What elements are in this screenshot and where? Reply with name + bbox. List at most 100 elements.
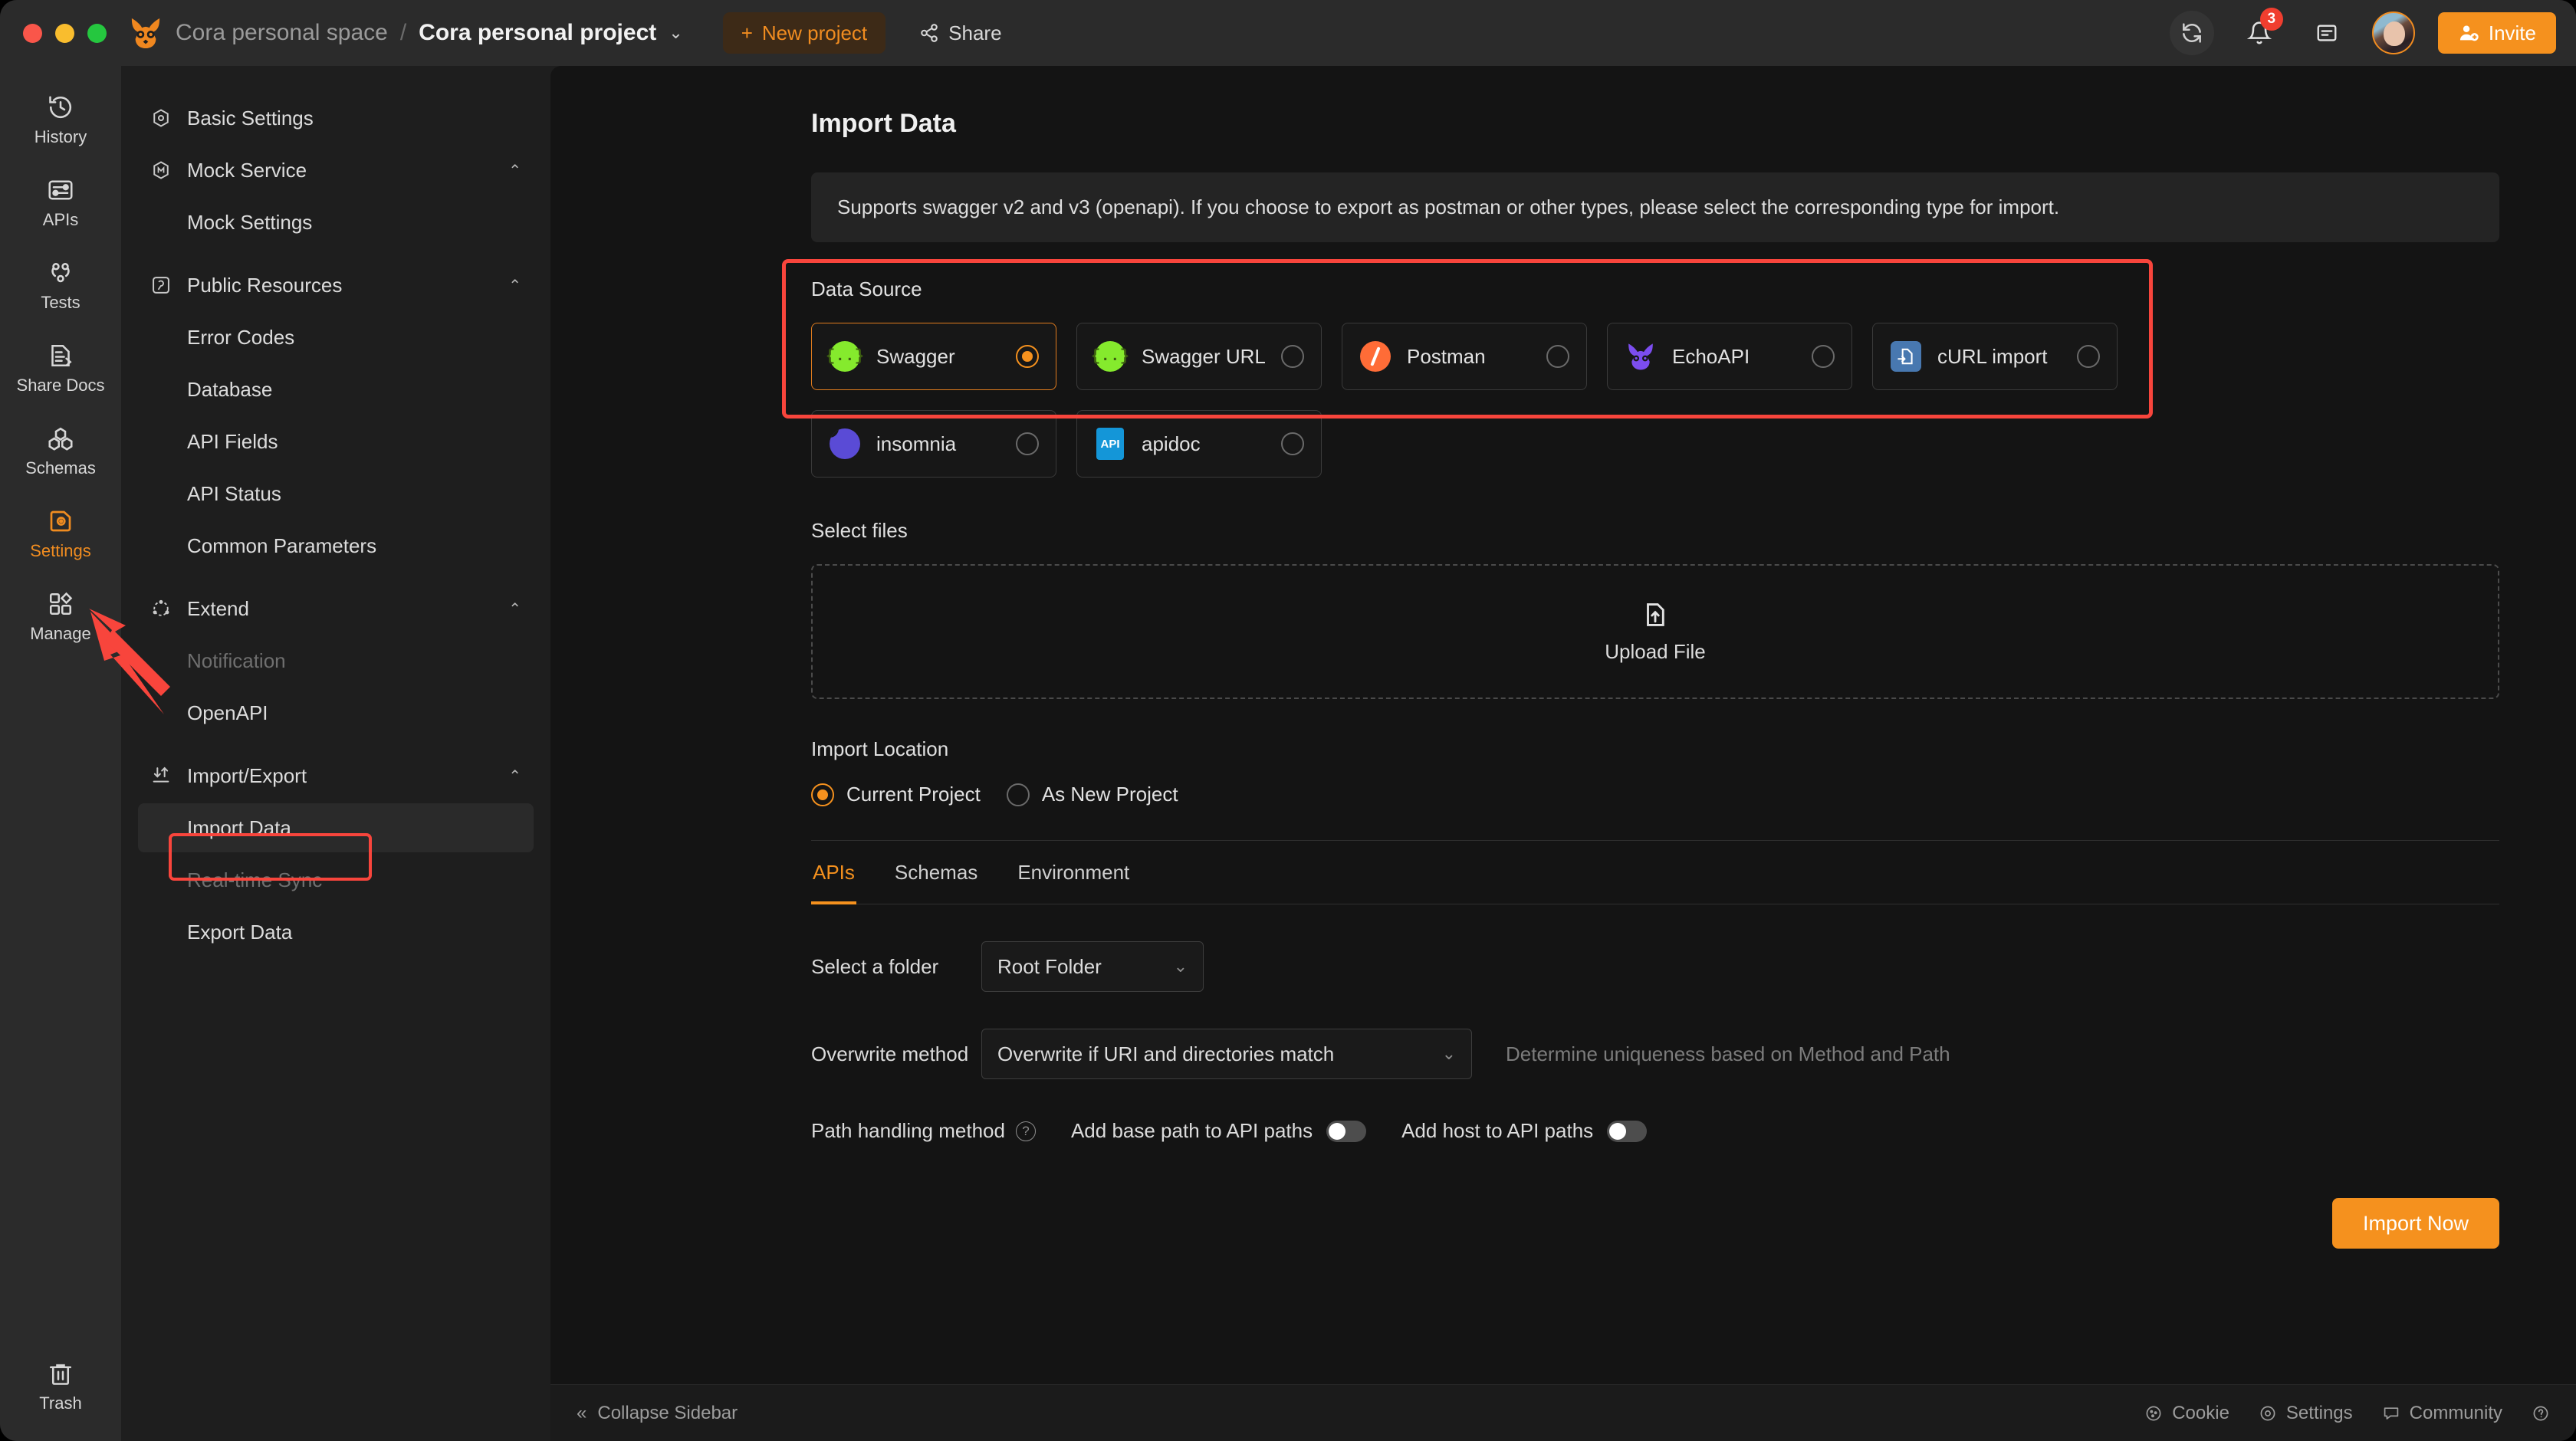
avatar[interactable] (2371, 11, 2415, 54)
tab-apis[interactable]: APIs (811, 841, 856, 904)
data-source-label: Data Source (811, 277, 922, 300)
folder-select[interactable]: Root Folder ⌄ (981, 941, 1204, 992)
nav-item-notification[interactable]: Notification (138, 636, 534, 685)
footer-item-settings[interactable]: Settings (2259, 1403, 2353, 1424)
nav-item-error-codes[interactable]: Error Codes (138, 313, 534, 362)
radio-indicator[interactable] (1006, 783, 1030, 806)
sidebar-item-apis[interactable]: APIs (11, 166, 110, 238)
nav-item-public-resources[interactable]: Public Resources ⌃ (138, 261, 534, 310)
footer-item-community[interactable]: Community (2382, 1403, 2502, 1424)
footer-item-help[interactable] (2532, 1404, 2550, 1423)
data-source-radio[interactable] (1016, 432, 1039, 455)
sidebar-item-tests[interactable]: Tests (11, 248, 110, 320)
trash-icon (49, 1364, 72, 1385)
data-source-name: apidoc (1142, 432, 1201, 455)
sidebar-item-label: APIs (42, 210, 79, 229)
radio-current-project[interactable]: Current Project (811, 783, 981, 806)
chevron-double-left-icon: « (577, 1402, 587, 1423)
sync-icon (2182, 23, 2201, 43)
import-now-button[interactable]: Import Now (2332, 1198, 2499, 1249)
chevron-up-icon[interactable]: ⌃ (508, 161, 521, 180)
minimize-window-button[interactable] (55, 23, 74, 43)
upload-dropzone[interactable]: Upload File (811, 564, 2499, 699)
data-source-radio[interactable] (1281, 345, 1304, 368)
chevron-up-icon[interactable]: ⌃ (508, 766, 521, 786)
data-source-radio[interactable] (2077, 345, 2100, 368)
new-project-button[interactable]: + New project (722, 12, 886, 54)
collapse-sidebar-button[interactable]: « Collapse Sidebar (577, 1403, 738, 1424)
cookie-icon (2146, 1406, 2161, 1420)
nav-item-extend[interactable]: Extend ⌃ (138, 584, 534, 633)
toggle-base-path-switch[interactable] (1326, 1120, 1367, 1142)
data-source-card-swagger[interactable]: {..} Swagger (811, 323, 1056, 390)
nav-item-import-data[interactable]: Import Data (138, 803, 534, 852)
nav-item-label: Basic Settings (187, 106, 314, 130)
nav-item-label: Common Parameters (187, 533, 377, 557)
share-icon (921, 24, 938, 42)
overwrite-select[interactable]: Overwrite if URI and directories match ⌄ (981, 1029, 1472, 1079)
window-controls[interactable] (23, 23, 107, 43)
select-files-label: Select files (811, 519, 908, 542)
nav-item-api-fields[interactable]: API Fields (138, 417, 534, 466)
owl-logo-icon (131, 18, 160, 49)
nav-item-common-parameters[interactable]: Common Parameters (138, 521, 534, 570)
toggle-host-switch[interactable] (1607, 1120, 1648, 1142)
chevron-down-icon[interactable]: ⌄ (669, 23, 682, 43)
data-source-card-insomnia[interactable]: insomnia (811, 410, 1056, 478)
footer-item-cookie[interactable]: Cookie (2144, 1403, 2229, 1424)
action-row: Import Now (811, 1143, 2499, 1249)
nav-item-mock-service[interactable]: Mock Service ⌃ (138, 146, 534, 195)
radio-as-new-project[interactable]: As New Project (1006, 783, 1178, 806)
import-tabs: APIs Schemas Environment (811, 841, 2499, 904)
tab-environment[interactable]: Environment (1016, 841, 1131, 904)
data-source-card-swagger-url[interactable]: {..} Swagger URL (1076, 323, 1322, 390)
nav-item-basic-settings[interactable]: Basic Settings (138, 94, 534, 143)
breadcrumb-project[interactable]: Cora personal project (419, 20, 656, 46)
sidebar-item-history[interactable]: History (11, 83, 110, 155)
breadcrumb-space[interactable]: Cora personal space (176, 20, 388, 46)
sidebar-item-share-docs[interactable]: Share Docs (11, 331, 110, 403)
footer-item-label: Settings (2285, 1402, 2353, 1423)
toggle-base-path[interactable]: Add base path to API paths (1071, 1119, 1367, 1143)
nav-item-realtime-sync[interactable]: Real-time Sync (138, 855, 534, 904)
maximize-window-button[interactable] (87, 23, 107, 43)
titlebar-actions: 3 Invite (2169, 8, 2556, 55)
data-source-radio[interactable] (1812, 345, 1835, 368)
sidebar-item-settings[interactable]: Settings (11, 497, 110, 569)
nav-item-openapi[interactable]: OpenAPI (138, 688, 534, 737)
docs-button[interactable] (2305, 11, 2349, 55)
data-source-card-curl-import[interactable]: cURL import (1872, 323, 2118, 390)
help-icon[interactable]: ? (1015, 1121, 1036, 1141)
sidebar-item-manage[interactable]: Manage (11, 579, 110, 652)
nav-item-export-data[interactable]: Export Data (138, 908, 534, 957)
nav-item-label: Extend (187, 596, 249, 620)
hexagon-gear-icon (150, 107, 176, 129)
nav-item-mock-settings[interactable]: Mock Settings (138, 198, 534, 247)
close-window-button[interactable] (23, 23, 42, 43)
notifications-button[interactable]: 3 (2237, 8, 2283, 55)
data-source-card-apidoc[interactable]: API apidoc (1076, 410, 1322, 478)
data-source-radio[interactable] (1016, 345, 1039, 368)
data-source-card-echoapi[interactable]: EchoAPI (1607, 323, 1852, 390)
chevron-down-icon: ⌄ (1441, 1044, 1456, 1063)
share-button[interactable]: Share (901, 12, 1020, 54)
data-source-card-postman[interactable]: Postman (1342, 323, 1587, 390)
share-docs-icon (51, 344, 72, 367)
overwrite-hint: Determine uniqueness based on Method and… (1506, 1042, 1950, 1065)
sidebar-item-trash[interactable]: Trash (11, 1349, 110, 1421)
data-source-radio[interactable] (1546, 345, 1569, 368)
sidebar-item-schemas[interactable]: Schemas (11, 414, 110, 486)
chevron-up-icon[interactable]: ⌃ (508, 599, 521, 619)
nav-item-api-status[interactable]: API Status (138, 469, 534, 518)
nav-item-database[interactable]: Database (138, 365, 534, 414)
data-source-radio[interactable] (1281, 432, 1304, 455)
tab-schemas[interactable]: Schemas (893, 841, 979, 904)
sync-button[interactable] (2169, 11, 2214, 55)
chevron-up-icon[interactable]: ⌃ (508, 276, 521, 295)
invite-button[interactable]: Invite (2437, 12, 2556, 54)
nav-item-import-export[interactable]: Import/Export ⌃ (138, 751, 534, 800)
radio-indicator[interactable] (811, 783, 834, 806)
settings-sidebar: Basic Settings Mock Service ⌃ Mock Setti… (121, 66, 550, 1441)
toggle-host[interactable]: Add host to API paths (1401, 1119, 1648, 1143)
